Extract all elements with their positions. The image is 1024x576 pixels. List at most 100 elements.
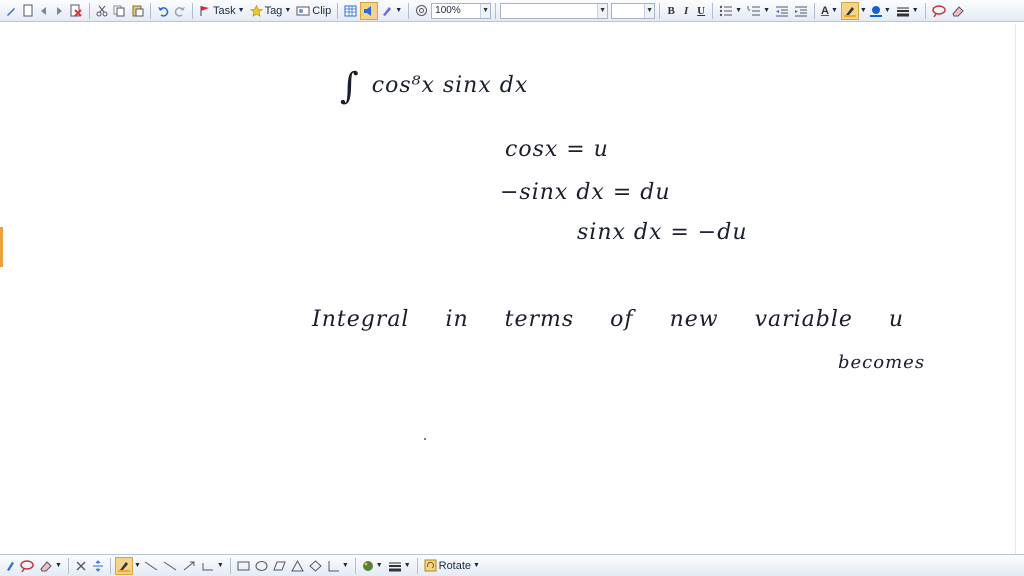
toolbar-separator xyxy=(712,2,714,19)
chevron-down-icon: ▼ xyxy=(216,562,224,569)
outdent-icon[interactable] xyxy=(773,2,791,20)
tag-button[interactable]: Tag ▼ xyxy=(248,2,294,20)
integral-sign: ∫ xyxy=(340,66,360,107)
task-label: Task xyxy=(213,4,236,17)
color-picker-button[interactable]: ▼ xyxy=(360,557,385,575)
zoom-select[interactable]: 100% ▼ xyxy=(431,2,492,19)
axis-shape-icon xyxy=(328,560,339,571)
chevron-down-icon: ▼ xyxy=(830,7,838,14)
axis-shape-button[interactable]: ▼ xyxy=(325,557,351,575)
diamond-icon[interactable] xyxy=(307,557,324,575)
line-weight-button[interactable]: ▼ xyxy=(894,2,921,20)
toolbar-separator xyxy=(659,2,661,19)
toolbar-separator xyxy=(495,2,497,19)
chevron-down-icon: ▼ xyxy=(341,562,349,569)
forward-icon[interactable] xyxy=(52,2,66,20)
clip-label: Clip xyxy=(312,4,332,17)
toolbar-separator xyxy=(67,557,69,574)
chevron-down-icon[interactable]: ▼ xyxy=(134,562,141,569)
cut-icon[interactable] xyxy=(94,2,110,20)
handwritten-sentence-line: Integral in terms of new variable u xyxy=(312,307,905,332)
chevron-down-icon: ▼ xyxy=(55,562,62,569)
flag-icon xyxy=(200,5,209,16)
chevron-down-icon[interactable]: ▼ xyxy=(480,3,491,18)
font-color-button[interactable]: A ▼ xyxy=(819,2,840,20)
paste-icon[interactable] xyxy=(129,2,146,20)
toolbar-separator xyxy=(229,557,231,574)
top-toolbar: Task ▼ Tag ▼ Clip ▼ 100% ▼ ▼ ▼ B I U ▼ ▼… xyxy=(0,0,1024,22)
new-page-icon[interactable] xyxy=(20,2,36,20)
undo-icon[interactable] xyxy=(155,2,171,20)
chevron-down-icon[interactable]: ▼ xyxy=(597,3,608,18)
eraser-tool-button[interactable]: ▼ xyxy=(37,557,64,575)
font-size-select[interactable]: ▼ xyxy=(611,2,656,19)
chevron-down-icon: ▼ xyxy=(375,562,383,569)
tag-label: Tag xyxy=(264,4,283,17)
task-button[interactable]: Task ▼ xyxy=(197,2,247,20)
chevron-down-icon: ▼ xyxy=(237,7,245,14)
ink-canvas[interactable]: ∫ cos⁸x sinx dx cosx = u −sinx dx = du si… xyxy=(0,22,1024,554)
chevron-down-icon: ▼ xyxy=(284,7,292,14)
toolbar-separator xyxy=(408,2,410,19)
handwritten-derivative-line: −sinx dx = du xyxy=(500,180,671,205)
bold-button[interactable]: B xyxy=(664,2,678,20)
numbering-button[interactable]: ▼ xyxy=(745,2,772,20)
toolbar-separator xyxy=(416,557,418,574)
font-color-label: A xyxy=(821,4,829,17)
rotate-button[interactable]: Rotate ▼ xyxy=(422,557,482,575)
italic-button[interactable]: I xyxy=(679,2,693,20)
star-icon xyxy=(249,4,263,17)
speaker-icon[interactable] xyxy=(360,1,379,20)
chevron-down-icon[interactable]: ▼ xyxy=(644,3,655,18)
highlighter-pen-icon xyxy=(117,561,130,572)
handwritten-integral-line: ∫ cos⁸x sinx dx xyxy=(340,60,528,107)
color-icon xyxy=(869,5,882,17)
line-icon[interactable] xyxy=(142,557,160,575)
rotate-icon xyxy=(424,559,437,572)
toolbar-separator xyxy=(814,2,816,19)
chevron-down-icon: ▼ xyxy=(473,562,480,569)
highlighter-button[interactable] xyxy=(840,1,859,20)
numbering-icon xyxy=(747,5,761,15)
table-icon[interactable] xyxy=(342,2,359,20)
highlighter-pen-button[interactable] xyxy=(114,556,133,575)
clip-button[interactable]: Clip xyxy=(294,2,333,20)
ellipse-icon[interactable] xyxy=(253,557,270,575)
rectangle-icon[interactable] xyxy=(235,557,252,575)
parallelogram-icon[interactable] xyxy=(271,557,288,575)
line-tool-icon[interactable] xyxy=(161,557,179,575)
indent-icon[interactable] xyxy=(792,2,810,20)
stroke-weight-button[interactable]: ▼ xyxy=(386,557,413,575)
copy-icon[interactable] xyxy=(111,2,128,20)
chevron-down-icon[interactable]: ▼ xyxy=(860,7,867,14)
chevron-down-icon: ▼ xyxy=(395,7,403,14)
eraser-icon[interactable] xyxy=(949,2,967,20)
redo-icon[interactable] xyxy=(172,2,188,20)
font-name-select[interactable]: ▼ xyxy=(500,2,609,19)
eraser-tool-icon xyxy=(40,560,52,571)
pen-select-icon[interactable] xyxy=(3,557,17,575)
lasso-icon[interactable] xyxy=(930,2,948,20)
bullets-icon xyxy=(719,5,733,16)
line-weight-icon xyxy=(896,7,909,16)
zoom-value: 100% xyxy=(435,5,461,16)
back-icon[interactable] xyxy=(37,2,51,20)
attach-icon[interactable] xyxy=(413,2,430,20)
delete-ink-icon[interactable] xyxy=(73,557,89,575)
connector-button[interactable]: ▼ xyxy=(199,557,226,575)
underline-button[interactable]: U xyxy=(694,2,708,20)
bullets-button[interactable]: ▼ xyxy=(717,2,744,20)
lasso-select-icon[interactable] xyxy=(18,557,36,575)
ink-pen-button[interactable]: ▼ xyxy=(379,2,404,20)
arrow-icon[interactable] xyxy=(180,557,198,575)
highlighter-icon xyxy=(843,6,856,17)
connector-icon xyxy=(202,562,213,570)
fill-color-button[interactable]: ▼ xyxy=(868,2,893,20)
pen-tool-icon[interactable] xyxy=(3,2,19,20)
chevron-down-icon: ▼ xyxy=(403,562,411,569)
insert-space-icon[interactable] xyxy=(90,557,106,575)
chevron-down-icon: ▼ xyxy=(763,7,771,14)
handwritten-differential-line: sinx dx = −du xyxy=(577,220,748,245)
delete-page-icon[interactable] xyxy=(67,2,85,20)
triangle-icon[interactable] xyxy=(289,557,306,575)
